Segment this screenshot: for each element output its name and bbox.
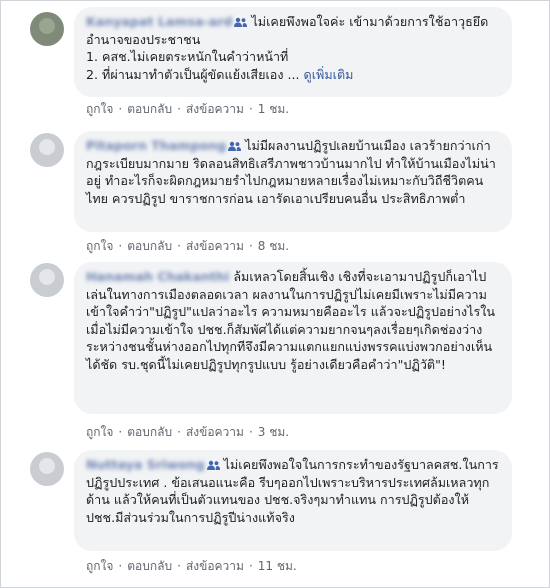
- like-link[interactable]: ถูกใจ: [86, 425, 113, 439]
- like-link[interactable]: ถูกใจ: [86, 102, 113, 116]
- author-name[interactable]: Nuttaya Sriwong: [86, 456, 205, 474]
- reply-link[interactable]: ตอบกลับ: [127, 425, 172, 439]
- comment-bubble: Pitaporn Thampong ไม่มีผลงานปฏิรูปเลยบ้าน…: [74, 131, 512, 232]
- friends-icon: [228, 141, 242, 151]
- avatar[interactable]: [30, 263, 64, 297]
- reply-link[interactable]: ตอบกลับ: [127, 102, 172, 116]
- ellipsis: ...: [287, 66, 300, 82]
- see-more-link[interactable]: ดูเพิ่มเติม: [304, 67, 354, 82]
- timestamp[interactable]: 1 ชม.: [258, 102, 289, 116]
- comment-bubble: Kanyapat Lamsa-ard ไม่เคยพึงพอใจค่ะ เข้าม…: [74, 7, 512, 97]
- avatar[interactable]: [30, 133, 64, 167]
- message-link[interactable]: ส่งข้อความ: [186, 102, 244, 116]
- author-name[interactable]: Pitaporn Thampong: [86, 137, 226, 155]
- like-link[interactable]: ถูกใจ: [86, 239, 113, 253]
- comment-actions: ถูกใจ · ตอบกลับ · ส่งข้อความ · 1 ชม.: [86, 102, 290, 116]
- avatar[interactable]: [30, 12, 64, 46]
- reply-link[interactable]: ตอบกลับ: [127, 239, 172, 253]
- comment-bubble: Hanamah Chakanthi ล้มเหลวโดยสิ้นเชิง เชิ…: [74, 262, 512, 414]
- author-name[interactable]: Hanamah Chakanthi: [86, 268, 229, 286]
- comment-actions: ถูกใจ · ตอบกลับ · ส่งข้อความ · 3 ชม.: [86, 425, 290, 439]
- friends-icon: [234, 17, 248, 27]
- comment-bubble: Nuttaya Sriwong ไม่เคยพึงพอใจในการกระทำขอ…: [74, 450, 512, 551]
- timestamp[interactable]: 3 ชม.: [258, 425, 289, 439]
- message-link[interactable]: ส่งข้อความ: [186, 559, 244, 573]
- author-name[interactable]: Kanyapat Lamsa-ard: [86, 13, 232, 31]
- like-link[interactable]: ถูกใจ: [86, 559, 113, 573]
- reply-link[interactable]: ตอบกลับ: [127, 559, 172, 573]
- timestamp[interactable]: 11 ชม.: [258, 559, 297, 573]
- avatar[interactable]: [30, 452, 64, 486]
- comment-actions: ถูกใจ · ตอบกลับ · ส่งข้อความ · 11 ชม.: [86, 559, 297, 573]
- message-link[interactable]: ส่งข้อความ: [186, 239, 244, 253]
- comment-actions: ถูกใจ · ตอบกลับ · ส่งข้อความ · 8 ชม.: [86, 239, 290, 253]
- timestamp[interactable]: 8 ชม.: [258, 239, 289, 253]
- message-link[interactable]: ส่งข้อความ: [186, 425, 244, 439]
- friends-icon: [206, 460, 220, 470]
